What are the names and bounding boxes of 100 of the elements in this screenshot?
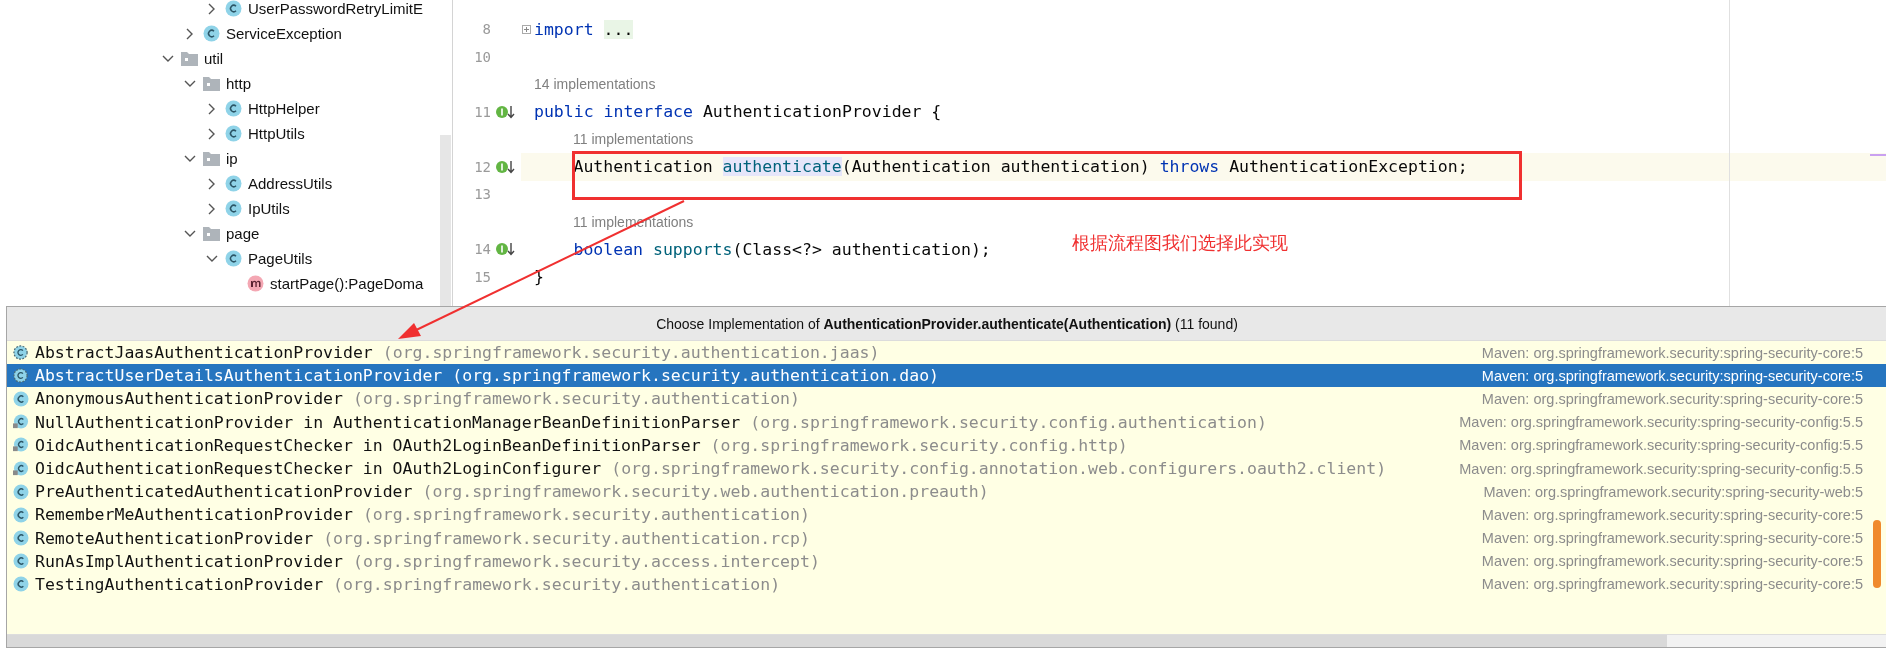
implementation-item[interactable]: OidcAuthenticationRequestChecker in OAuth2LoginBeanDefinitionParser (org.springframework.security.config.http) Maven: org.springframework.security:spring-security-config:5.5 [7, 433, 1886, 457]
package-name: (org.springframework.security.authentication.rcp) [323, 528, 810, 548]
scroll-marker [1870, 154, 1886, 156]
class-name: AbstractJaasAuthenticationProvider [35, 343, 373, 363]
abstract-class-icon [13, 344, 29, 361]
implementation-item[interactable]: AbstractJaasAuthenticationProvider (org.springframework.security.authentication.jaas) Maven: org.springframework.security:spring-security-core:5 [7, 341, 1886, 365]
class-name: NullAuthenticationProvider in AuthenticationManagerBeanDefinitionParser [35, 412, 741, 432]
tree-item[interactable]: ip [0, 146, 440, 171]
module-name: Maven: org.springframework.security:spring-security-config:5.5 [1459, 414, 1863, 431]
package-name: (org.springframework.security.authentication) [333, 574, 781, 594]
line-number: 10 [474, 48, 491, 65]
class-icon [225, 250, 242, 267]
implementation-item[interactable]: AnonymousAuthenticationProvider (org.springframework.security.authentication) Maven: org.springframework.security:spring-security-core:5 [7, 387, 1886, 411]
class-icon [225, 175, 242, 192]
implemented-icon [495, 103, 515, 120]
tree-item[interactable]: IpUtils [0, 196, 440, 221]
popup-title: Choose Implementation of AuthenticationProvider.authenticate(Authentication) (11 found) [656, 315, 1238, 332]
module-name: Maven: org.springframework.security:spring-security-core:5 [1481, 367, 1863, 384]
package-name: (org.springframework.security.access.intercept) [352, 551, 820, 571]
module-name: Maven: org.springframework.security:spring-security-core:5 [1481, 576, 1863, 593]
line-number: 13 [474, 186, 491, 203]
tree-item[interactable]: http [0, 71, 440, 96]
module-name: Maven: org.springframework.security:spring-security-core:5 [1481, 553, 1863, 570]
implementation-item[interactable]: RememberMeAuthenticationProvider (org.springframework.security.authentication) Maven: org.springframework.security:spring-security-core:5 [7, 503, 1886, 527]
class-icon [225, 100, 242, 117]
class-icon [13, 460, 29, 477]
abstract-class-icon [13, 367, 29, 384]
implementation-item[interactable]: RunAsImplAuthenticationProvider (org.springframework.security.access.intercept) Maven: org.springframework.security:spring-security-core:5 [7, 549, 1886, 573]
scrollbar-thumb[interactable] [1873, 520, 1881, 588]
line-number: 8 [482, 21, 491, 38]
code-text: import ... [534, 19, 634, 39]
implementation-item[interactable]: AbstractUserDetailsAuthenticationProvider (org.springframework.security.authentication.dao) Maven: org.springframework.security:spring-security-core:5 [7, 364, 1886, 388]
tree-item[interactable]: AddressUtils [0, 171, 440, 196]
implementation-item[interactable]: OidcAuthenticationRequestChecker in OAuth2LoginConfigurer (org.springframework.security.config.annotation.web.configurers.oauth2.client) Maven: org.springframework.security:spring-security-config:5.5 [7, 456, 1886, 481]
line-number: 11 [474, 103, 491, 120]
class-name: RunAsImplAuthenticationProvider [35, 551, 343, 571]
package-name: (org.springframework.security.authentication.dao) [452, 366, 940, 386]
implementation-item[interactable]: TestingAuthenticationProvider (org.springframework.security.authentication) Maven: org.springframework.security:spring-security-core:5 [7, 572, 1886, 597]
implementation-item[interactable]: PreAuthenticatedAuthenticationProvider (org.springframework.security.web.authentication.preauth) Maven: org.springframework.security:spring-security-web:5 [7, 480, 1886, 504]
implemented-icon [495, 241, 515, 258]
package-name: (org.springframework.security.config.authentication) [750, 412, 1267, 432]
implementations-hint[interactable]: 14 implementations [534, 76, 656, 93]
code-text: } [534, 267, 544, 287]
class-name: RememberMeAuthenticationProvider [35, 505, 353, 525]
class-name: OidcAuthenticationRequestChecker in OAuth2LoginBeanDefinitionParser [35, 435, 701, 455]
package-name: (org.springframework.security.config.annotation.web.configurers.oauth2.client) [611, 459, 1387, 479]
class-icon [13, 437, 29, 454]
class-icon [225, 0, 242, 17]
folder-icon [203, 75, 220, 92]
code-text: public interface AuthenticationProvider { [534, 102, 942, 122]
class-name: OidcAuthenticationRequestChecker in OAuth2LoginConfigurer [35, 459, 602, 479]
line-number: 15 [474, 268, 491, 285]
folder-icon [203, 150, 220, 167]
class-name: TestingAuthenticationProvider [35, 574, 324, 594]
package-name: (org.springframework.security.web.authentication.preauth) [422, 482, 989, 502]
class-icon [203, 25, 220, 42]
class-icon [13, 414, 29, 431]
package-name: (org.springframework.security.config.http) [710, 435, 1128, 455]
tree-item[interactable]: startPage():PageDoma [0, 271, 440, 296]
class-icon [13, 553, 29, 570]
module-name: Maven: org.springframework.security:spring-security-config:5.5 [1459, 437, 1863, 454]
package-name: (org.springframework.security.authentication.jaas) [382, 343, 880, 363]
class-icon [13, 530, 29, 547]
method-icon [247, 275, 264, 292]
class-icon [13, 576, 29, 593]
module-name: Maven: org.springframework.security:spring-security-core:5 [1481, 506, 1863, 523]
class-icon [13, 506, 29, 523]
module-name: Maven: org.springframework.security:spring-security-core:5 [1481, 344, 1863, 361]
class-icon [225, 200, 242, 217]
package-name: (org.springframework.security.authentication) [352, 389, 800, 409]
class-icon [13, 483, 29, 500]
tree-item[interactable]: PageUtils [0, 246, 440, 271]
class-icon [13, 390, 29, 407]
implemented-icon [495, 158, 515, 175]
tree-item[interactable]: util [0, 46, 440, 71]
class-name: AbstractUserDetailsAuthenticationProvider [35, 366, 443, 386]
class-name: AnonymousAuthenticationProvider [35, 389, 343, 409]
class-icon [225, 125, 242, 142]
tree-item[interactable]: page [0, 221, 440, 246]
horizontal-scrollbar[interactable] [7, 634, 1886, 647]
module-name: Maven: org.springframework.security:spring-security-core:5 [1481, 390, 1863, 407]
module-name: Maven: org.springframework.security:spring-security-core:5 [1481, 530, 1863, 547]
tree-item[interactable]: HttpHelper [0, 96, 440, 121]
line-number: 12 [474, 158, 491, 175]
tree-item[interactable]: ServiceException [0, 21, 440, 46]
annotation-text: 根据流程图我们选择此实现 [1072, 231, 1288, 255]
tree-item[interactable]: HttpUtils [0, 121, 440, 146]
scrollbar[interactable] [440, 135, 451, 306]
class-name: RemoteAuthenticationProvider [35, 528, 314, 548]
implementations-hint[interactable]: 11 implementations [573, 131, 694, 148]
package-name: (org.springframework.security.authentication) [362, 505, 810, 525]
code-text: Authentication authenticate(Authentication authentication) throws AuthenticationException; [572, 157, 1468, 177]
folder-icon [181, 50, 198, 67]
implementation-item[interactable]: NullAuthenticationProvider in AuthenticationManagerBeanDefinitionParser (org.springframework.security.config.authentication) Maven: org.springframework.security:spring-security-config:5.5 [7, 410, 1886, 434]
line-number: 14 [474, 241, 491, 258]
tree-item[interactable]: UserPasswordRetryLimitE [0, 0, 440, 21]
folder-icon [203, 225, 220, 242]
module-name: Maven: org.springframework.security:spring-security-web:5 [1483, 483, 1863, 500]
implementation-item[interactable]: RemoteAuthenticationProvider (org.springframework.security.authentication.rcp) Maven: org.springframework.security:spring-security-core:5 [7, 526, 1886, 550]
class-name: PreAuthenticatedAuthenticationProvider [35, 482, 413, 502]
